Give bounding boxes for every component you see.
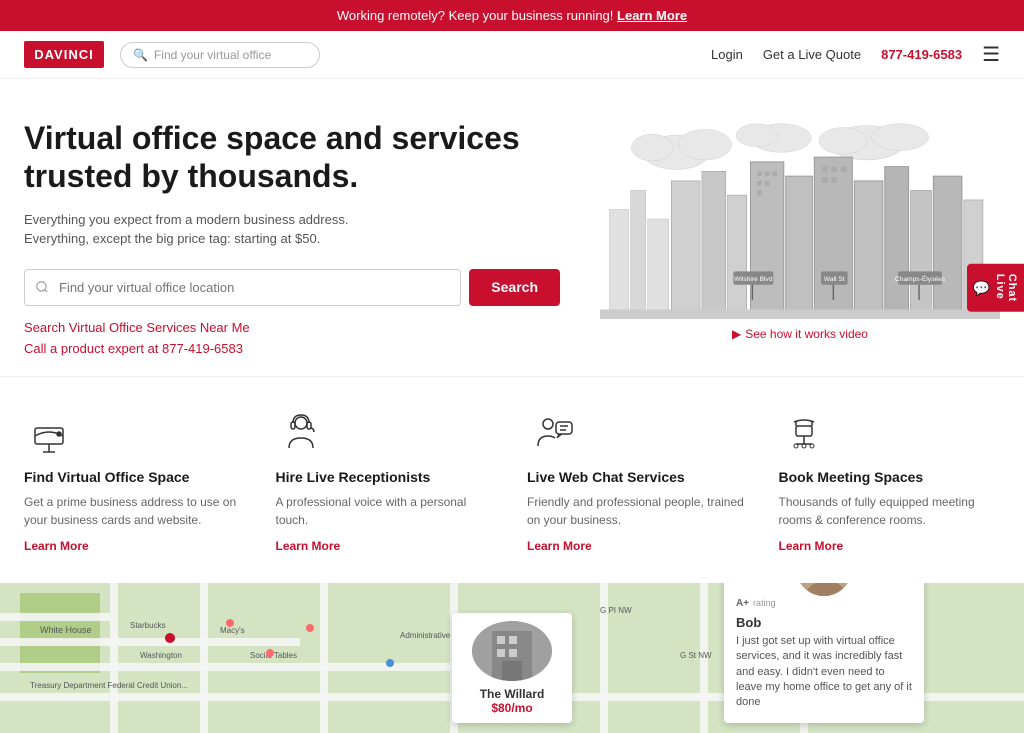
svg-text:Washington: Washington: [140, 651, 182, 660]
rating-label: A+: [736, 598, 749, 609]
call-expert-link[interactable]: Call a product expert at 877-419-6583: [24, 341, 560, 356]
chat-bubble-icon: 💬: [973, 279, 990, 296]
svg-text:Champs-Élysées: Champs-Élysées: [895, 274, 946, 283]
search-icon: 🔍: [133, 48, 148, 62]
location-name: The Willard: [466, 687, 558, 701]
city-illustration: Wilshire Blvd Wall St Champs-Élysées: [600, 119, 1000, 319]
hero-search-input[interactable]: [24, 269, 461, 306]
service-link-1[interactable]: Learn More: [276, 539, 341, 553]
service-desc-3: Thousands of fully equipped meeting room…: [779, 493, 1001, 529]
login-link[interactable]: Login: [711, 47, 743, 62]
chair-icon: [779, 407, 829, 457]
service-desc-2: Friendly and professional people, traine…: [527, 493, 749, 529]
header-search-bar[interactable]: 🔍 Find your virtual office: [120, 42, 320, 68]
svg-text:G St NW: G St NW: [680, 651, 712, 660]
mailbox-icon: [24, 407, 74, 457]
svg-text:Wilshire Blvd: Wilshire Blvd: [734, 276, 773, 283]
hero-links: Search Virtual Office Services Near Me C…: [24, 320, 560, 356]
service-link-3[interactable]: Learn More: [779, 539, 844, 553]
svg-text:Administrative: Administrative: [400, 631, 451, 640]
rating-row: A+ rating: [736, 598, 912, 609]
live-chat-button[interactable]: 💬 LiveChat: [967, 264, 1024, 312]
top-banner: Working remotely? Keep your business run…: [0, 0, 1024, 31]
service-webchat: Live Web Chat Services Friendly and prof…: [527, 407, 749, 553]
search-button[interactable]: Search: [469, 269, 560, 306]
services-section: Find Virtual Office Space Get a prime bu…: [0, 376, 1024, 583]
service-desc-1: A professional voice with a personal tou…: [276, 493, 498, 529]
location-price: $80/mo: [466, 701, 558, 715]
video-link-label: See how it works video: [745, 327, 868, 341]
hero-section: Virtual office space and services truste…: [0, 79, 1024, 376]
headset-icon: [276, 407, 326, 457]
service-link-0[interactable]: Learn More: [24, 539, 89, 553]
banner-text: Working remotely? Keep your business run…: [337, 8, 614, 23]
service-title-1: Hire Live Receptionists: [276, 469, 498, 485]
header: DAVINCI 🔍 Find your virtual office Login…: [0, 31, 1024, 79]
service-virtual-office: Find Virtual Office Space Get a prime bu…: [24, 407, 246, 553]
svg-text:Treasury Department Federal Cr: Treasury Department Federal Credit Union…: [30, 681, 188, 690]
banner-link[interactable]: Learn More: [617, 8, 687, 23]
svg-text:Wall St: Wall St: [824, 276, 845, 283]
hero-right: Wilshire Blvd Wall St Champs-Élysées ▶ S…: [600, 119, 1000, 356]
hero-title: Virtual office space and services truste…: [24, 119, 560, 196]
rating-subtitle: rating: [753, 598, 776, 608]
service-link-2[interactable]: Learn More: [527, 539, 592, 553]
service-desc-0: Get a prime business address to use on y…: [24, 493, 246, 529]
service-title-3: Book Meeting Spaces: [779, 469, 1001, 485]
testimonial-card: A+ rating Bob I just got set up with vir…: [724, 583, 924, 723]
header-nav: Login Get a Live Quote 877-419-6583 ☰: [711, 42, 1000, 67]
hero-left: Virtual office space and services truste…: [24, 119, 580, 356]
svg-text:White House: White House: [40, 625, 92, 635]
svg-text:Starbucks: Starbucks: [130, 621, 166, 630]
testimonial-name: Bob: [736, 615, 912, 630]
testimonial-text: I just got set up with virtual office se…: [736, 634, 912, 711]
map-background: White House Washington Starbucks Macy's …: [0, 583, 1024, 733]
svg-text:G PI NW: G PI NW: [600, 606, 632, 615]
hero-search-bar: Search: [24, 269, 560, 306]
service-meeting: Book Meeting Spaces Thousands of fully e…: [779, 407, 1001, 553]
header-search-placeholder: Find your virtual office: [154, 48, 271, 62]
play-icon: ▶: [732, 327, 741, 341]
hero-subtitle: Everything you expect from a modern busi…: [24, 210, 560, 249]
hamburger-menu-icon[interactable]: ☰: [982, 42, 1000, 67]
city-svg: Wilshire Blvd Wall St Champs-Élysées: [600, 119, 1000, 319]
see-video-link[interactable]: ▶ See how it works video: [732, 327, 868, 341]
logo[interactable]: DAVINCI: [24, 41, 104, 68]
search-nearby-link[interactable]: Search Virtual Office Services Near Me: [24, 320, 560, 335]
svg-text:Macy's: Macy's: [220, 626, 245, 635]
service-title-0: Find Virtual Office Space: [24, 469, 246, 485]
phone-number[interactable]: 877-419-6583: [881, 47, 962, 62]
service-title-2: Live Web Chat Services: [527, 469, 749, 485]
live-chat-label: LiveChat: [994, 274, 1018, 302]
hero-subtitle-line1: Everything you expect from a modern busi…: [24, 212, 348, 227]
location-card[interactable]: The Willard $80/mo: [452, 613, 572, 723]
map-section: White House Washington Starbucks Macy's …: [0, 583, 1024, 733]
service-receptionists: Hire Live Receptionists A professional v…: [276, 407, 498, 553]
chat-icon: [527, 407, 577, 457]
quote-link[interactable]: Get a Live Quote: [763, 47, 861, 62]
hero-subtitle-line2: Everything, except the big price tag: st…: [24, 231, 320, 246]
